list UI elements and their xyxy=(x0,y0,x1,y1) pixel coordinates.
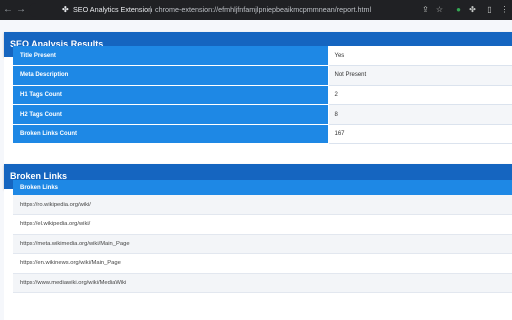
address-separator xyxy=(150,6,151,14)
forward-arrow-icon[interactable]: → xyxy=(15,3,27,17)
result-value: 2 xyxy=(328,85,512,106)
menu-dots-icon[interactable]: ⋮ xyxy=(499,3,510,17)
broken-link-url[interactable]: https://el.wikipedia.org/wiki/ xyxy=(13,214,512,235)
table-row: https://meta.wikimedia.org/wiki/Main_Pag… xyxy=(13,234,512,254)
side-panel-icon[interactable]: ▯ xyxy=(484,3,495,17)
table-row: H1 Tags Count 2 xyxy=(13,85,512,106)
extension-puzzle-icon: ✤ xyxy=(62,5,69,14)
broken-links-table: Broken Links https://ro.wikipedia.org/wi… xyxy=(13,180,512,293)
result-value: Not Present xyxy=(328,65,512,86)
address-bar[interactable]: ✤ SEO Analytics Extension chrome-extensi… xyxy=(29,3,447,17)
broken-link-url[interactable]: https://ro.wikipedia.org/wiki/ xyxy=(13,195,512,215)
address-url[interactable]: chrome-extension://efmhljfnfamjlpniepbea… xyxy=(155,3,371,17)
column-header: Broken Links xyxy=(13,180,512,195)
result-value: Yes xyxy=(328,46,512,67)
table-row: https://www.mediawiki.org/wiki/MediaWiki xyxy=(13,273,512,293)
broken-link-url[interactable]: https://www.mediawiki.org/wiki/MediaWiki xyxy=(13,273,512,293)
extension-icon[interactable]: ● xyxy=(453,3,464,17)
result-label: Broken Links Count xyxy=(13,124,329,145)
broken-link-url[interactable]: https://meta.wikimedia.org/wiki/Main_Pag… xyxy=(13,234,512,254)
result-label: H2 Tags Count xyxy=(13,104,329,125)
table-row: https://ro.wikipedia.org/wiki/ xyxy=(13,195,512,215)
broken-link-url[interactable]: https://en.wikinews.org/wiki/Main_Page xyxy=(13,253,512,274)
seo-results-table: Title Present Yes Meta Description Not P… xyxy=(13,46,512,145)
result-value: 167 xyxy=(328,124,512,145)
table-header-row: Broken Links xyxy=(13,180,512,195)
extensions-puzzle-icon[interactable]: ✤ xyxy=(467,3,478,17)
extension-name: SEO Analytics Extension xyxy=(73,5,153,14)
table-row: Meta Description Not Present xyxy=(13,65,512,86)
result-label: H1 Tags Count xyxy=(13,85,329,106)
bookmark-star-icon[interactable]: ☆ xyxy=(434,3,445,17)
share-icon[interactable]: ⇪ xyxy=(420,3,431,17)
table-row: Broken Links Count 167 xyxy=(13,124,512,145)
table-row: Title Present Yes xyxy=(13,46,512,67)
table-row: https://el.wikipedia.org/wiki/ xyxy=(13,214,512,235)
table-row: H2 Tags Count 8 xyxy=(13,104,512,125)
result-label: Title Present xyxy=(13,46,329,67)
table-row: https://en.wikinews.org/wiki/Main_Page xyxy=(13,253,512,274)
browser-toolbar: ← → ✤ SEO Analytics Extension chrome-ext… xyxy=(0,0,512,20)
back-arrow-icon[interactable]: ← xyxy=(2,3,14,17)
result-value: 8 xyxy=(328,104,512,125)
result-label: Meta Description xyxy=(13,65,329,86)
